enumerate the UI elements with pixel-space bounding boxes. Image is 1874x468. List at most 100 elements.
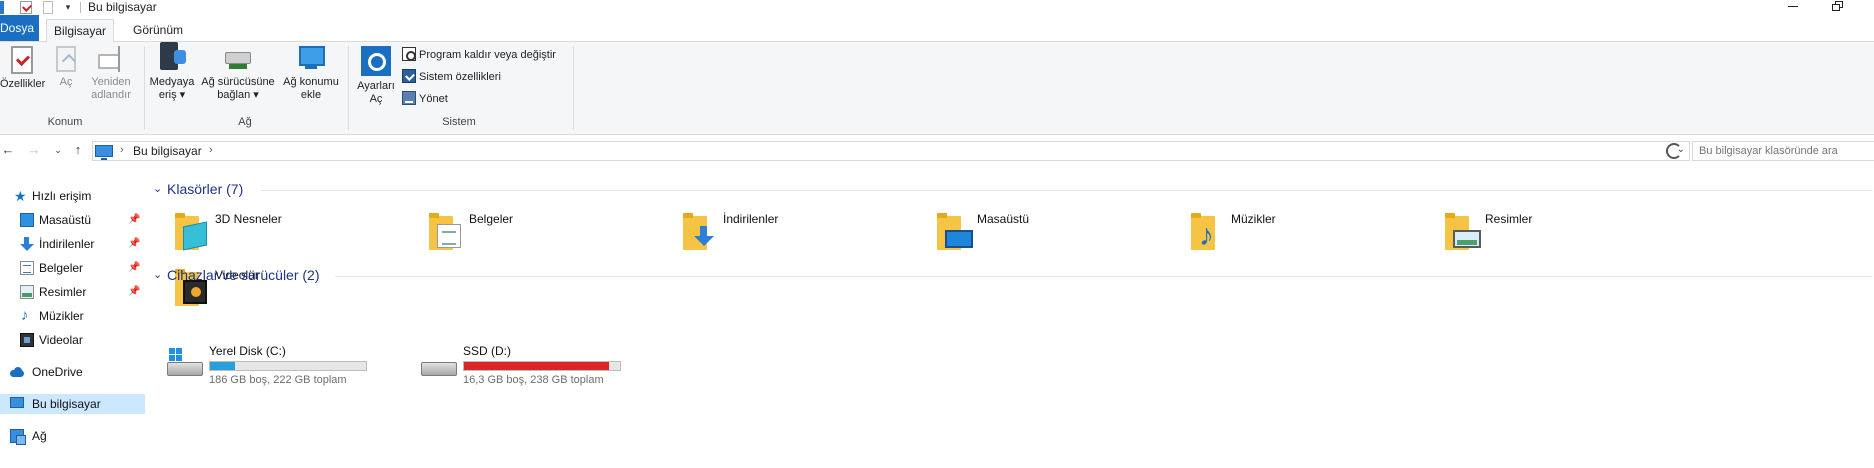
nav-network[interactable]: Ağ (0, 426, 145, 446)
rename-label-2: adlandır (91, 89, 131, 101)
collapse-chevron-icon[interactable]: ⌄ (153, 182, 162, 195)
quick-access-properties-icon[interactable] (20, 1, 32, 14)
folder-item[interactable]: Belgeler (427, 210, 657, 256)
nav-videos-label: Videolar (39, 333, 83, 347)
nav-desktop[interactable]: Masaüstü 📌 (0, 210, 145, 230)
folders-group-header[interactable]: ⌄ Klasörler (7) (153, 180, 1873, 198)
restore-button[interactable] (1826, 0, 1848, 14)
nav-documents[interactable]: Belgeler 📌 (0, 258, 145, 278)
rename-icon (98, 46, 124, 72)
back-arrow-icon[interactable]: ← (0, 142, 16, 158)
pin-icon[interactable]: 📌 (128, 234, 140, 254)
forward-arrow-icon[interactable]: → (26, 142, 42, 158)
folder-item[interactable]: Masaüstü (935, 210, 1165, 256)
media-label-2: eriş (158, 89, 177, 101)
settings-label-1: Ayarları (357, 80, 395, 92)
documents-icon (20, 261, 34, 275)
windows-logo-pane (169, 348, 175, 354)
add-network-location-button[interactable]: Ağ konumu ekle (280, 44, 342, 102)
open-settings-button[interactable]: Ayarları Aç (354, 46, 398, 106)
nav-this-pc[interactable]: Bu bilgisayar (0, 394, 145, 414)
nav-videos[interactable]: Videolar (0, 330, 145, 350)
properties-button[interactable]: Özellikler (0, 46, 45, 91)
system-properties-button[interactable]: Sistem özellikleri (402, 68, 501, 86)
quick-access-customize-icon[interactable]: ▾ (63, 1, 73, 14)
minimize-button[interactable] (1782, 0, 1804, 14)
tab-file[interactable]: Dosya (0, 15, 40, 41)
nav-onedrive[interactable]: OneDrive (0, 362, 145, 382)
nav-downloads[interactable]: İndirilenler 📌 (0, 234, 145, 254)
tab-computer[interactable]: Bilgisayar (46, 19, 115, 43)
network-icon (10, 429, 26, 445)
drive-usage-bar (463, 361, 621, 371)
nav-quick-access[interactable]: ★ Hızlı erişim (0, 186, 145, 206)
drive-item-d[interactable]: SSD (D:) 16,3 GB boş, 238 GB toplam (421, 344, 641, 386)
settings-gear-icon (361, 46, 391, 76)
documents-folder-icon (427, 210, 463, 252)
folder-label: Resimler (1485, 212, 1533, 226)
folder-label: İndirilenler (723, 212, 779, 226)
drive-item-c[interactable]: Yerel Disk (C:) 186 GB boş, 222 GB topla… (167, 344, 387, 386)
folder-label: Müzikler (1231, 212, 1276, 226)
network-drive-icon (223, 46, 253, 72)
map-network-drive-button[interactable]: Ağ sürücüsüne bağlan ▾ (198, 46, 278, 102)
breadcrumb-this-pc[interactable]: Bu bilgisayar (133, 144, 202, 158)
uninstall-program-button[interactable]: Program kaldır veya değiştir (402, 46, 556, 64)
drive-name: SSD (D:) (463, 344, 511, 358)
open-button[interactable]: Aç (52, 46, 80, 89)
drive-space-info: 16,3 GB boş, 238 GB toplam (463, 374, 604, 386)
tab-view[interactable]: Görünüm (126, 19, 190, 42)
uninstall-icon (402, 47, 416, 61)
recent-locations-chevron-icon[interactable]: ⌄ (50, 142, 66, 158)
chevron-down-icon: ▾ (250, 89, 259, 101)
window-title: Bu bilgisayar (88, 0, 157, 14)
collapse-chevron-icon[interactable]: ⌄ (153, 268, 162, 281)
restore-icon-front (1832, 4, 1840, 11)
music-folder-icon: ♪ (1189, 210, 1225, 252)
breadcrumb-chevron-icon[interactable]: › (120, 144, 124, 156)
pin-icon[interactable]: 📌 (128, 258, 140, 278)
manage-button[interactable]: Yönet (402, 90, 448, 108)
quick-access-new-folder-icon[interactable] (43, 1, 53, 14)
windows-logo-pane (169, 355, 175, 361)
folders-group-title: Klasörler (7) (167, 181, 244, 197)
up-arrow-icon[interactable]: ↑ (70, 142, 86, 158)
address-bar[interactable]: › Bu bilgisayar › ⌄ (92, 141, 1690, 161)
ribbon: Özellikler Aç Yeniden adlandır Konum Med… (0, 42, 1874, 135)
folder-item[interactable]: ♪ Müzikler (1189, 210, 1419, 256)
sysprops-label: Sistem özellikleri (419, 71, 501, 83)
settings-label-2: Aç (369, 93, 383, 105)
system-menu-icon[interactable] (0, 1, 4, 14)
breadcrumb-chevron-icon[interactable]: › (209, 144, 213, 156)
folder-item[interactable]: Resimler (1443, 210, 1673, 256)
search-input[interactable] (1692, 141, 1874, 161)
music-note-icon: ♪ (21, 307, 29, 324)
rename-button[interactable]: Yeniden adlandır (86, 46, 136, 102)
nav-music[interactable]: ♪ Müzikler (0, 306, 145, 326)
drive-usage-bar (209, 361, 367, 371)
group-divider (335, 276, 1873, 277)
pin-icon[interactable]: 📌 (128, 210, 140, 230)
desktop-folder-icon (935, 210, 973, 252)
addloc-label-1: Ağ konumu (283, 76, 339, 88)
refresh-icon[interactable] (1666, 143, 1682, 159)
folder-item[interactable]: İndirilenler (681, 210, 911, 256)
folder-item[interactable]: 3D Nesneler (173, 210, 403, 256)
open-icon (56, 46, 76, 72)
drive-usage-fill (210, 362, 235, 370)
pin-icon[interactable]: 📌 (128, 282, 140, 302)
uninstall-label: Program kaldır veya değiştir (419, 49, 556, 61)
this-pc-icon (10, 397, 24, 408)
windows-logo-pane (176, 355, 182, 361)
landscape-picture-icon (1453, 230, 1481, 248)
rename-label-1: Yeniden (91, 76, 131, 88)
drive-name: Yerel Disk (C:) (209, 344, 286, 358)
group-label-location: Konum (47, 116, 83, 128)
group-label-network: Ağ (238, 116, 252, 128)
media-access-button[interactable]: Medyaya eriş ▾ (148, 42, 196, 102)
folder-label: Belgeler (469, 212, 514, 226)
devices-group-header[interactable]: ⌄ Cihazlar ve sürücüler (2) (153, 266, 1873, 284)
title-bar: ▾ Bu bilgisayar (0, 0, 1874, 15)
nav-pictures[interactable]: Resimler 📌 (0, 282, 145, 302)
3d-objects-folder-icon (173, 210, 209, 252)
